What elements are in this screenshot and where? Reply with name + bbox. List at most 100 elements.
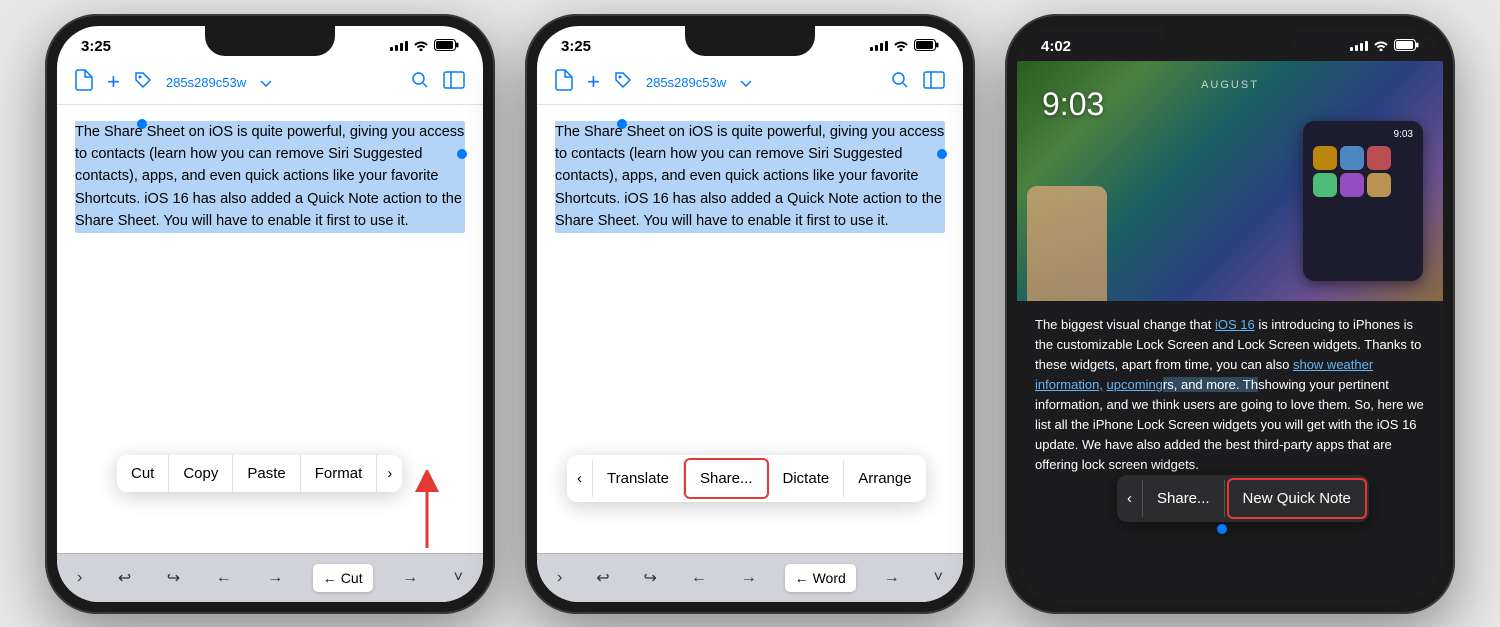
cursor-handle-top-1: [137, 119, 147, 129]
cut-button[interactable]: Cut: [117, 455, 169, 492]
app-toolbar-1: + 285s289c53w: [57, 61, 483, 105]
widget-6: [1367, 173, 1391, 197]
add-icon-1[interactable]: +: [107, 69, 120, 95]
cursor-handle-bottom-2: [937, 149, 947, 159]
photo-area-3: 9:03 August 9:03: [1017, 61, 1443, 301]
arrange-button[interactable]: Arrange: [844, 460, 925, 497]
signal-bars-3: [1350, 41, 1368, 51]
red-arrow-1: [412, 470, 442, 555]
signal-bar-1: [390, 47, 393, 51]
add-icon-2[interactable]: +: [587, 69, 600, 95]
app-toolbar-2: + 285s289c53w: [537, 61, 963, 105]
ios16-link[interactable]: iOS 16: [1215, 317, 1255, 332]
word-left-arrow-2: ←: [795, 570, 809, 586]
selected-text-1[interactable]: The Share Sheet on iOS is quite powerful…: [75, 121, 465, 233]
widget-2: [1340, 146, 1364, 170]
kb-word-left-1[interactable]: ← Cut: [313, 564, 373, 592]
kb-right-word-2[interactable]: →: [878, 565, 906, 591]
kb-toolbar-1: › ↩ ↪ ← → ← Cut → ˅: [57, 553, 483, 602]
sb3: [1360, 43, 1363, 51]
notch-1: [205, 26, 335, 56]
content-area-2: The Share Sheet on iOS is quite powerful…: [537, 105, 963, 249]
context-menu-2: ‹ Translate Share... Dictate Arrange: [567, 455, 926, 502]
format-button[interactable]: Format: [301, 455, 378, 492]
layout-icon-2[interactable]: [923, 71, 945, 94]
kb-undo-1[interactable]: ↩: [112, 564, 137, 592]
s-bar-4: [885, 41, 888, 51]
kb-expand-2[interactable]: ›: [551, 565, 568, 591]
tag-icon-2[interactable]: [614, 71, 632, 94]
share-button-3[interactable]: Share...: [1143, 480, 1225, 517]
selected-text-2[interactable]: The Share Sheet on iOS is quite powerful…: [555, 121, 945, 233]
kb-right-2[interactable]: →: [735, 565, 763, 591]
signal-bar-2: [395, 45, 398, 51]
translate-button[interactable]: Translate: [593, 460, 684, 497]
back-arrow-3[interactable]: ‹: [1117, 480, 1143, 517]
sb4: [1365, 41, 1368, 51]
phones-container: 3:25: [0, 0, 1500, 627]
widget-4: [1313, 173, 1337, 197]
cursor-handle-bottom-1: [457, 149, 467, 159]
kb-undo-2[interactable]: ↩: [590, 564, 615, 592]
kb-word-left-2[interactable]: ← Word: [785, 564, 856, 592]
time-1: 3:25: [81, 38, 111, 55]
time-3: 4:02: [1041, 38, 1071, 55]
kb-toolbar-2: › ↩ ↪ ← → ← Word → ˅: [537, 553, 963, 602]
more-arrow-1[interactable]: ›: [377, 455, 402, 492]
search-icon-1[interactable]: [411, 71, 429, 94]
sb2: [1355, 45, 1358, 51]
notch-3: [1165, 26, 1295, 56]
toolbar-left-icons-1: + 285s289c53w: [75, 69, 272, 96]
widget-5: [1340, 173, 1364, 197]
s-bar-2: [875, 45, 878, 51]
kb-chevron-down-1[interactable]: ˅: [448, 565, 469, 591]
sb1: [1350, 47, 1353, 51]
content-area-1: The Share Sheet on iOS is quite powerful…: [57, 105, 483, 249]
search-icon-2[interactable]: [891, 71, 909, 94]
upcoming-link[interactable]: upcoming: [1107, 377, 1163, 392]
paste-button[interactable]: Paste: [233, 455, 300, 492]
toolbar-left-icons-2: + 285s289c53w: [555, 69, 752, 96]
battery-icon-1: [434, 39, 459, 54]
battery-icon-2: [914, 39, 939, 54]
kb-right-1[interactable]: →: [261, 565, 289, 591]
kb-redo-2[interactable]: ↪: [638, 564, 663, 592]
kb-redo-1[interactable]: ↪: [161, 564, 186, 592]
toolbar-right-icons-2: [891, 71, 945, 94]
phone-1-screen: 3:25: [57, 26, 483, 602]
lock-time-overlay: 9:03: [1042, 86, 1104, 123]
signal-bar-3: [400, 43, 403, 51]
chevron-down-icon-2[interactable]: [740, 72, 752, 93]
selected-segment-1: rs, and more. Th: [1163, 377, 1258, 392]
back-arrow-2[interactable]: ‹: [567, 460, 593, 497]
phone-3: 4:02: [1005, 14, 1455, 614]
layout-icon-1[interactable]: [443, 71, 465, 94]
cursor-dot-3: [1217, 524, 1227, 534]
copy-button[interactable]: Copy: [169, 455, 233, 492]
kb-right-word-1[interactable]: →: [396, 565, 424, 591]
phone-3-screen: 4:02: [1017, 26, 1443, 602]
document-icon-1[interactable]: [75, 69, 93, 96]
dictate-button[interactable]: Dictate: [769, 460, 845, 497]
phone-overlay: 9:03: [1303, 121, 1423, 281]
kb-expand-1[interactable]: ›: [71, 565, 88, 591]
widget-grid: [1309, 142, 1417, 201]
document-icon-2[interactable]: [555, 69, 573, 96]
dark-content-3: The biggest visual change that iOS 16 is…: [1017, 301, 1443, 490]
signal-bars-1: [390, 41, 408, 51]
s-bar-1: [870, 47, 873, 51]
kb-left-2[interactable]: ←: [685, 565, 713, 591]
wifi-icon-2: [893, 39, 909, 54]
signal-bar-4: [405, 41, 408, 51]
kb-chevron-down-2[interactable]: ˅: [928, 565, 949, 591]
toolbar-right-icons-1: [411, 71, 465, 94]
status-icons-1: [390, 39, 459, 54]
share-button[interactable]: Share...: [684, 458, 769, 499]
s-bar-3: [880, 43, 883, 51]
widget-3: [1367, 146, 1391, 170]
chevron-down-icon-1[interactable]: [260, 72, 272, 93]
new-quick-note-button[interactable]: New Quick Note: [1227, 478, 1367, 519]
kb-left-1[interactable]: ←: [210, 565, 238, 591]
tag-icon-1[interactable]: [134, 71, 152, 94]
widget-1: [1313, 146, 1337, 170]
